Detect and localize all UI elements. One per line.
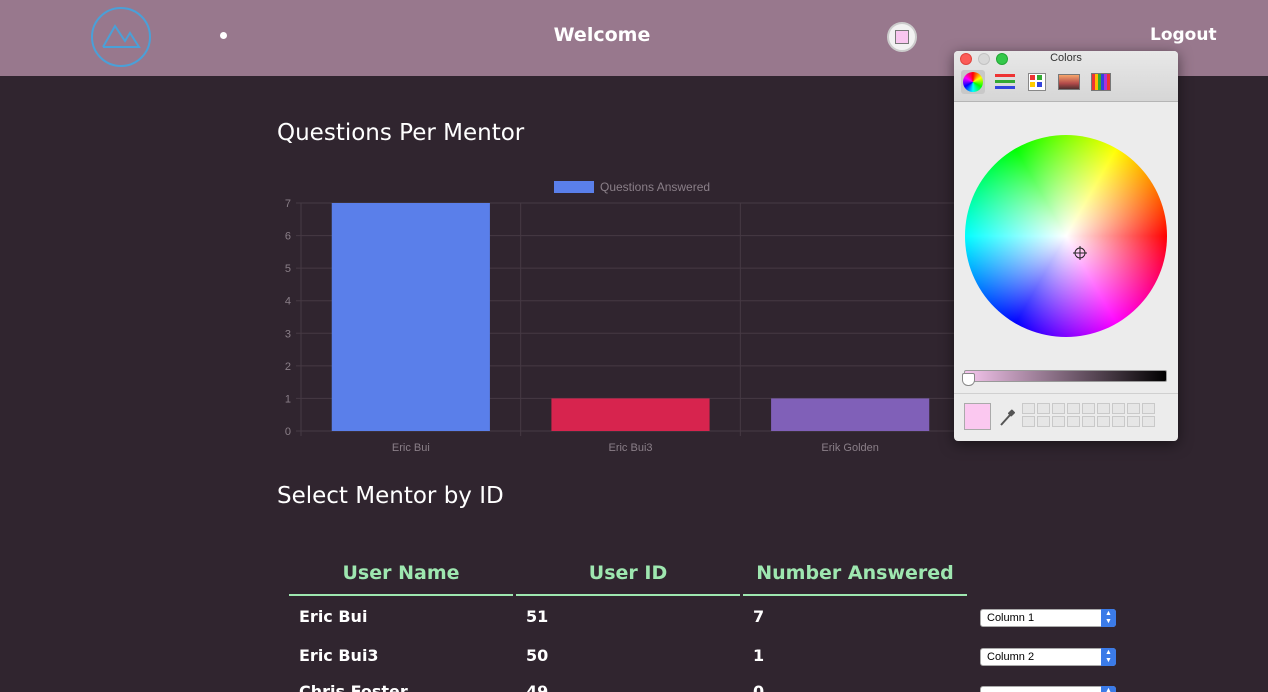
column-header-user-id[interactable]: User ID (516, 562, 740, 596)
bar (771, 398, 930, 431)
nav-dot-icon[interactable] (220, 32, 227, 39)
welcome-title: Welcome (553, 24, 651, 46)
color-wheel-icon[interactable] (961, 70, 985, 94)
y-tick-label: 1 (285, 393, 291, 405)
x-tick-label: Eric Bui (392, 442, 430, 454)
swatch-color-icon (895, 30, 909, 44)
logout-link[interactable]: Logout (1150, 25, 1217, 45)
empty-swatch-cell[interactable] (1097, 416, 1110, 427)
row-2-user-name: Eric Bui3 (299, 646, 379, 665)
divider (954, 393, 1178, 394)
color-swatch-button[interactable] (887, 22, 917, 52)
empty-swatch-cell[interactable] (1112, 416, 1125, 427)
current-color-well[interactable] (964, 403, 991, 430)
empty-swatch-cell[interactable] (1052, 416, 1065, 427)
mountain-logo-icon[interactable] (91, 7, 151, 67)
bar (331, 203, 490, 431)
y-tick-label: 7 (285, 198, 291, 210)
empty-swatch-cell[interactable] (1022, 403, 1035, 414)
column-header-user-name[interactable]: User Name (289, 562, 513, 596)
row-3-column-select[interactable]: ▲▼ (980, 686, 1116, 692)
empty-swatch-cell[interactable] (1037, 403, 1050, 414)
eyedropper-icon[interactable] (999, 409, 1015, 427)
empty-swatch-cell[interactable] (1037, 416, 1050, 427)
brightness-slider[interactable] (964, 370, 1167, 382)
empty-swatch-cell[interactable] (1097, 403, 1110, 414)
crosshair-icon[interactable] (1073, 246, 1087, 260)
colors-panel-title: Colors (1050, 52, 1082, 64)
image-palette-icon[interactable] (1057, 70, 1081, 94)
chart-heading: Questions Per Mentor (277, 120, 525, 146)
empty-swatch-cell[interactable] (1067, 403, 1080, 414)
row-2-user-id: 50 (526, 646, 549, 665)
row-1-number-answered: 7 (753, 607, 765, 626)
y-tick-label: 5 (285, 263, 291, 275)
empty-swatch-cell[interactable] (1082, 403, 1095, 414)
pencils-icon[interactable] (1089, 70, 1113, 94)
palettes-icon[interactable] (1025, 70, 1049, 94)
x-tick-label: Erik Golden (821, 442, 878, 454)
legend-swatch (554, 181, 594, 193)
empty-swatch-cell[interactable] (1022, 416, 1035, 427)
table-heading: Select Mentor by ID (277, 483, 504, 509)
row-1-user-name: Eric Bui (299, 607, 368, 626)
x-tick-label: Eric Bui3 (608, 442, 652, 454)
colors-panel-toolbar: Colors (954, 51, 1178, 102)
select-arrows-icon: ▲▼ (1101, 686, 1116, 692)
y-tick-label: 2 (285, 361, 291, 373)
row-2-select-value: Column 2 (987, 651, 1035, 663)
brightness-slider-knob[interactable] (962, 373, 975, 386)
row-1-user-id: 51 (526, 607, 549, 626)
select-arrows-icon: ▲▼ (1101, 648, 1116, 666)
color-wheel[interactable] (965, 135, 1167, 337)
empty-swatch-cell[interactable] (1082, 416, 1095, 427)
row-2-number-answered: 1 (753, 646, 765, 665)
row-1-column-select[interactable]: Column 1 ▲ ▼ (980, 609, 1116, 627)
row-2-column-select[interactable]: Column 2 ▲ ▼ (980, 648, 1116, 666)
sliders-icon[interactable] (993, 70, 1017, 94)
empty-swatch-cell[interactable] (1142, 403, 1155, 414)
empty-swatch-cell[interactable] (1052, 403, 1065, 414)
column-header-number-answered[interactable]: Number Answered (743, 562, 967, 596)
empty-swatch-cell[interactable] (1127, 416, 1140, 427)
questions-bar-chart: Questions Answered 0 1 2 3 4 5 6 7 Eric Bui Eric… (285, 180, 960, 454)
row-3-user-id: 49 (526, 682, 549, 692)
bar (551, 398, 710, 431)
empty-swatch-cell[interactable] (1142, 416, 1155, 427)
empty-swatch-cell[interactable] (1067, 416, 1080, 427)
row-3-number-answered: 0 (753, 682, 765, 692)
y-tick-label: 0 (285, 426, 291, 438)
empty-swatch-cell[interactable] (1112, 403, 1125, 414)
row-3-user-name: Chris Foster (299, 682, 408, 692)
select-arrows-icon: ▲▼ (1101, 609, 1116, 627)
legend-label: Questions Answered (600, 180, 710, 194)
y-tick-label: 6 (285, 231, 291, 243)
row-1-select-value: Column 1 (987, 612, 1035, 624)
y-tick-label: 4 (285, 296, 291, 308)
colors-panel[interactable]: Colors (954, 51, 1178, 441)
empty-swatch-cell[interactable] (1127, 403, 1140, 414)
y-tick-label: 3 (285, 328, 291, 340)
